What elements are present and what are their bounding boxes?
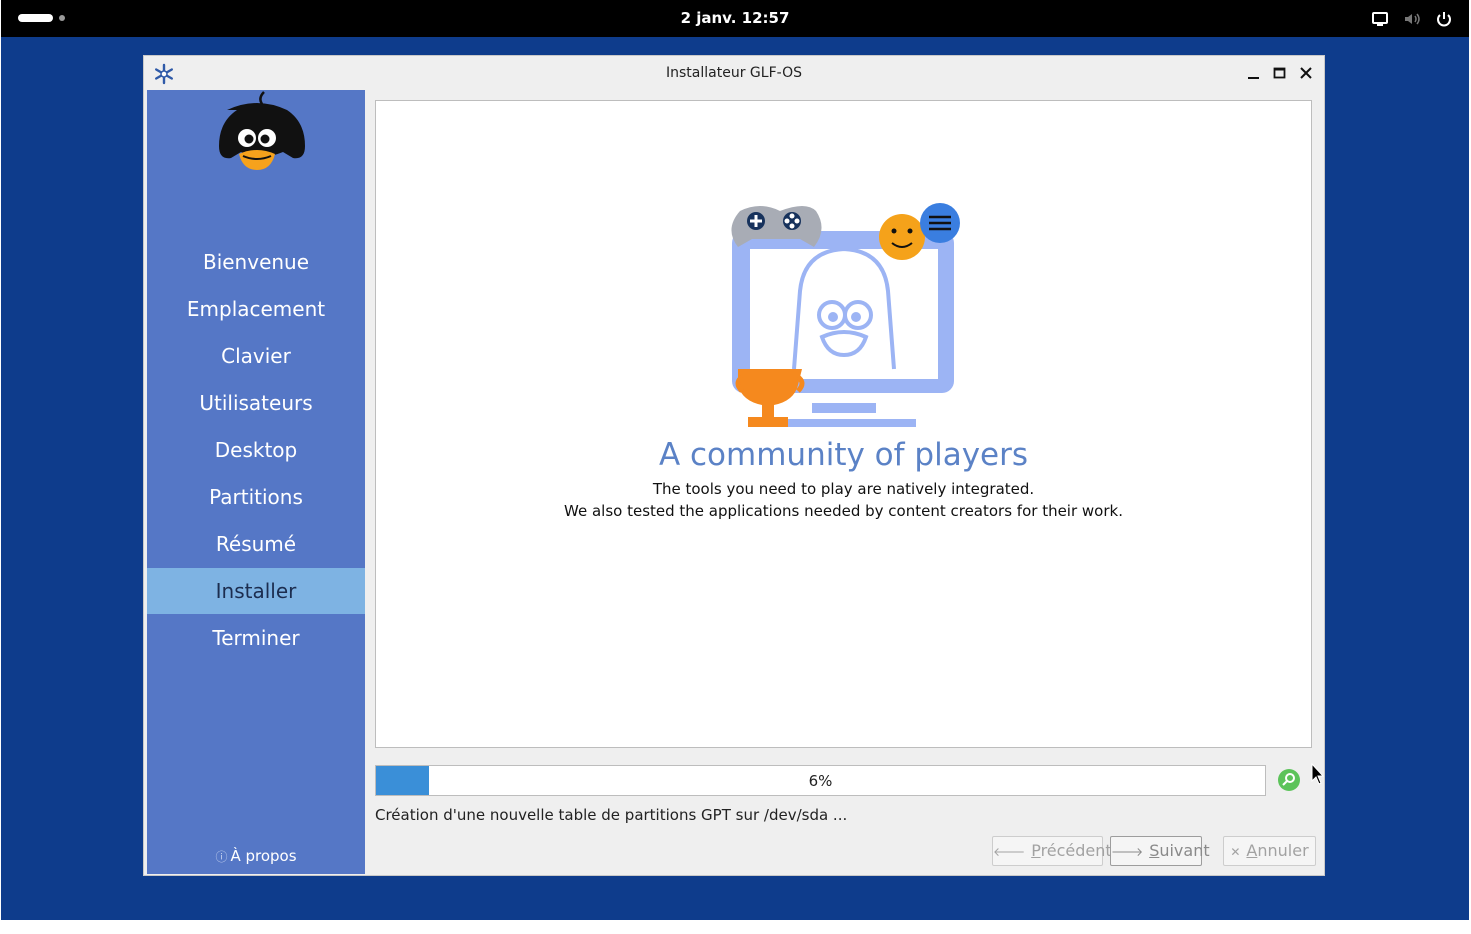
sidebar-item-installer[interactable]: Installer (147, 568, 365, 614)
sidebar-item-bienvenue[interactable]: Bienvenue (147, 239, 365, 285)
install-status-text: Création d'une nouvelle table de partiti… (375, 806, 848, 824)
sidebar-item-resume[interactable]: Résumé (147, 521, 365, 567)
slideshow-panel: A community of players The tools you nee… (375, 100, 1312, 748)
install-progress-bar: 6% (375, 765, 1266, 796)
arrow-right-icon: 🡒 (1111, 845, 1144, 859)
close-icon[interactable] (1298, 64, 1314, 82)
minimize-icon[interactable] (1246, 64, 1262, 82)
progress-percent-label: 6% (808, 772, 833, 790)
window-title: Installateur GLF-OS (666, 65, 802, 81)
log-toggle-icon[interactable] (1277, 768, 1301, 792)
close-small-icon: ✕ (1230, 845, 1241, 859)
sidebar: Bienvenue Emplacement Clavier Utilisateu… (147, 90, 365, 874)
maximize-icon[interactable] (1272, 64, 1288, 82)
sidebar-item-partitions[interactable]: Partitions (147, 474, 365, 520)
cancel-button[interactable]: ✕ Annuler (1223, 836, 1316, 866)
slide-description-line-2: We also tested the applications needed b… (564, 502, 1123, 520)
info-icon: ⓘ (215, 850, 228, 864)
arrow-left-icon: 🡐 (993, 845, 1026, 859)
system-tray[interactable] (1371, 9, 1453, 29)
clock[interactable]: 2 janv. 12:57 (1, 9, 1469, 27)
sidebar-item-desktop[interactable]: Desktop (147, 427, 365, 473)
mouse-cursor-icon (1311, 762, 1325, 787)
sidebar-item-terminer[interactable]: Terminer (147, 615, 365, 661)
window-controls (1246, 64, 1314, 82)
installer-window: Installateur GLF-OS Bienvenue Emplacemen… (143, 55, 1325, 876)
power-icon[interactable] (1435, 10, 1453, 28)
penguin-gamepad-logo (209, 90, 305, 182)
slide-description-line-1: The tools you need to play are natively … (652, 480, 1035, 498)
next-button[interactable]: 🡒 Suivant (1110, 836, 1210, 866)
title-bar[interactable]: Installateur GLF-OS (144, 56, 1324, 91)
speaker-icon[interactable] (1403, 10, 1421, 28)
about-label: À propos (230, 847, 297, 865)
sidebar-item-clavier[interactable]: Clavier (147, 333, 365, 379)
slide-title: A community of players (658, 437, 1029, 473)
community-illustration (726, 201, 966, 441)
about-button[interactable]: ⓘ À propos (147, 847, 365, 865)
previous-button[interactable]: 🡐 Précédent (992, 836, 1112, 866)
sidebar-item-emplacement[interactable]: Emplacement (147, 286, 365, 332)
top-bar: 2 janv. 12:57 (1, 0, 1469, 37)
screen-icon[interactable] (1371, 10, 1389, 28)
sidebar-item-utilisateurs[interactable]: Utilisateurs (147, 380, 365, 426)
